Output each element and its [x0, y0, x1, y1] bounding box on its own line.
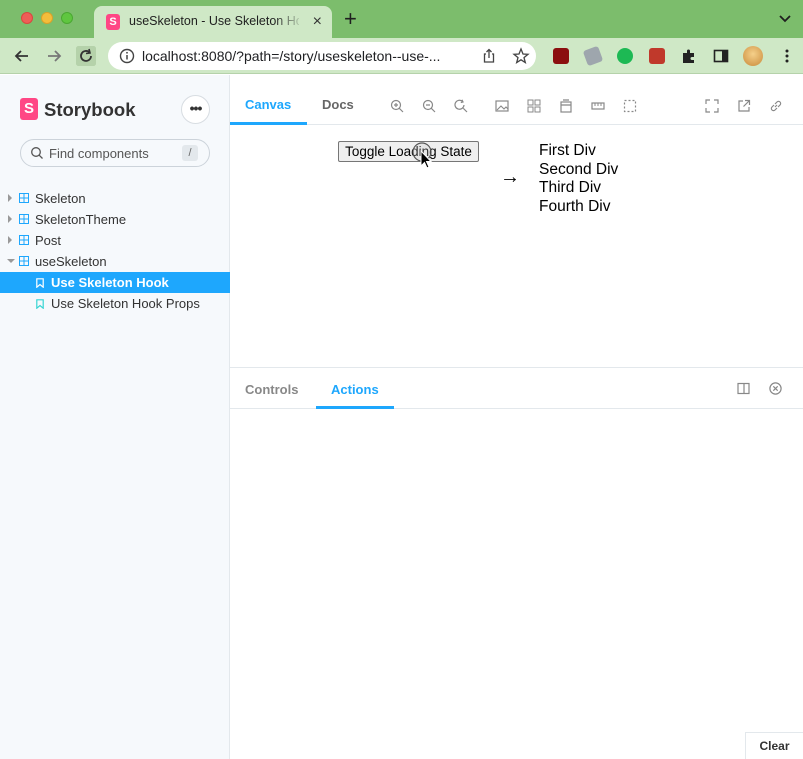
tree-item-label: SkeletonTheme	[35, 212, 127, 227]
open-new-tab-icon[interactable]	[737, 99, 751, 113]
settings-menu-button[interactable]: •••	[181, 95, 210, 124]
tab-search-chevron-icon[interactable]	[777, 10, 793, 26]
tab-actions[interactable]: Actions	[331, 382, 379, 397]
active-tab-indicator	[230, 122, 307, 125]
tab-title-fade	[274, 12, 304, 32]
tree-item-label: Use Skeleton Hook Props	[51, 296, 200, 311]
tree-item-label: Use Skeleton Hook	[51, 275, 169, 290]
browser-titlebar: S useSkeleton - Use Skeleton Hook × +	[0, 0, 803, 38]
grid-icon[interactable]	[527, 99, 541, 113]
side-panel-icon[interactable]	[713, 48, 729, 64]
share-icon[interactable]	[481, 48, 497, 64]
extensions-puzzle-icon[interactable]	[681, 48, 697, 64]
bookmark-icon	[36, 299, 44, 309]
address-bar[interactable]: localhost:8080/?path=/story/useskeleton-…	[108, 42, 536, 70]
tree-item-label: useSkeleton	[35, 254, 107, 269]
tree-item-label: Skeleton	[35, 191, 86, 206]
spotify-extension-icon[interactable]	[617, 48, 633, 64]
zoom-in-icon[interactable]	[390, 99, 404, 113]
bookmark-icon	[36, 278, 44, 288]
caret-right-icon	[8, 194, 12, 202]
browser-tab[interactable]: S useSkeleton - Use Skeleton Hook ×	[94, 6, 332, 38]
list-item: Fourth Div	[539, 197, 611, 215]
close-window-button[interactable]	[21, 12, 33, 24]
tree-item-skeletontheme[interactable]: SkeletonTheme	[0, 209, 230, 230]
search-box[interactable]: /	[20, 139, 210, 167]
preview-toolbar: Canvas Docs	[230, 75, 803, 125]
panel-orientation-icon[interactable]	[737, 382, 750, 395]
storybook-brand[interactable]: Storybook	[44, 99, 135, 121]
tree-item-use-skeleton-hook-props[interactable]: Use Skeleton Hook Props	[0, 293, 230, 314]
minimize-window-button[interactable]	[41, 12, 53, 24]
storybook-logo-icon[interactable]: S	[20, 98, 38, 120]
storybook-sidebar: S Storybook ••• / Skeleton SkeletonTheme…	[0, 75, 230, 759]
new-tab-icon[interactable]: +	[344, 8, 357, 30]
caret-right-icon	[8, 215, 12, 223]
story-canvas: Toggle Loading State → First Div Second …	[230, 126, 803, 367]
toggle-loading-button[interactable]: Toggle Loading State	[338, 141, 479, 162]
url-text: localhost:8080/?path=/story/useskeleton-…	[142, 48, 441, 64]
component-icon	[19, 235, 29, 245]
addons-panel: Controls Actions Clear	[230, 367, 803, 759]
list-item: Third Div	[539, 179, 602, 196]
reload-icon[interactable]	[76, 46, 96, 66]
close-tab-icon[interactable]: ×	[313, 12, 322, 32]
site-info-icon[interactable]	[119, 48, 135, 64]
outline-icon[interactable]	[623, 99, 637, 113]
tab-canvas[interactable]: Canvas	[245, 97, 291, 112]
background-image-icon[interactable]	[495, 99, 509, 113]
component-icon	[19, 256, 29, 266]
addons-tabbar: Controls Actions	[230, 368, 803, 409]
viewport-icon[interactable]	[559, 99, 573, 113]
browser-menu-icon[interactable]	[779, 48, 795, 64]
list-item: First Div	[539, 142, 596, 159]
eraser-extension-icon[interactable]	[582, 45, 604, 67]
list-item: Second Div	[539, 160, 619, 178]
forward-arrow-icon[interactable]	[44, 46, 64, 66]
tree-item-skeleton[interactable]: Skeleton	[0, 188, 230, 209]
mouse-cursor-icon	[412, 142, 433, 169]
ublock-extension-icon[interactable]	[553, 48, 569, 64]
browser-toolbar: localhost:8080/?path=/story/useskeleton-…	[0, 38, 803, 74]
bookmark-star-icon[interactable]	[512, 47, 530, 65]
tab-docs[interactable]: Docs	[322, 97, 354, 112]
recorder-extension-icon[interactable]	[649, 48, 665, 64]
zoom-out-icon[interactable]	[422, 99, 436, 113]
search-input[interactable]	[49, 145, 179, 162]
fullscreen-icon[interactable]	[705, 99, 719, 113]
caret-down-icon	[7, 259, 15, 263]
component-icon	[19, 193, 29, 203]
copy-link-icon[interactable]	[769, 99, 783, 113]
tree-item-post[interactable]: Post	[0, 230, 230, 251]
storybook-favicon-icon: S	[106, 14, 120, 30]
close-panel-icon[interactable]	[769, 382, 782, 395]
clear-button[interactable]: Clear	[745, 732, 803, 759]
tree-item-label: Post	[35, 233, 62, 248]
div-list: First Div Second Div Third Div Fourth Di…	[539, 142, 618, 216]
search-icon	[31, 147, 43, 159]
tree-item-use-skeleton-hook[interactable]: Use Skeleton Hook	[0, 272, 230, 293]
measure-ruler-icon[interactable]	[591, 99, 605, 113]
tree-item-useskeleton[interactable]: useSkeleton	[0, 251, 230, 272]
arrow-label: →	[500, 166, 520, 188]
component-icon	[19, 214, 29, 224]
active-tab-indicator	[316, 406, 394, 409]
profile-avatar[interactable]	[743, 46, 763, 66]
maximize-window-button[interactable]	[61, 12, 73, 24]
caret-right-icon	[8, 236, 12, 244]
search-shortcut-key: /	[182, 145, 198, 161]
zoom-reset-icon[interactable]	[454, 99, 468, 113]
back-arrow-icon[interactable]	[12, 46, 32, 66]
tab-controls[interactable]: Controls	[245, 382, 298, 397]
